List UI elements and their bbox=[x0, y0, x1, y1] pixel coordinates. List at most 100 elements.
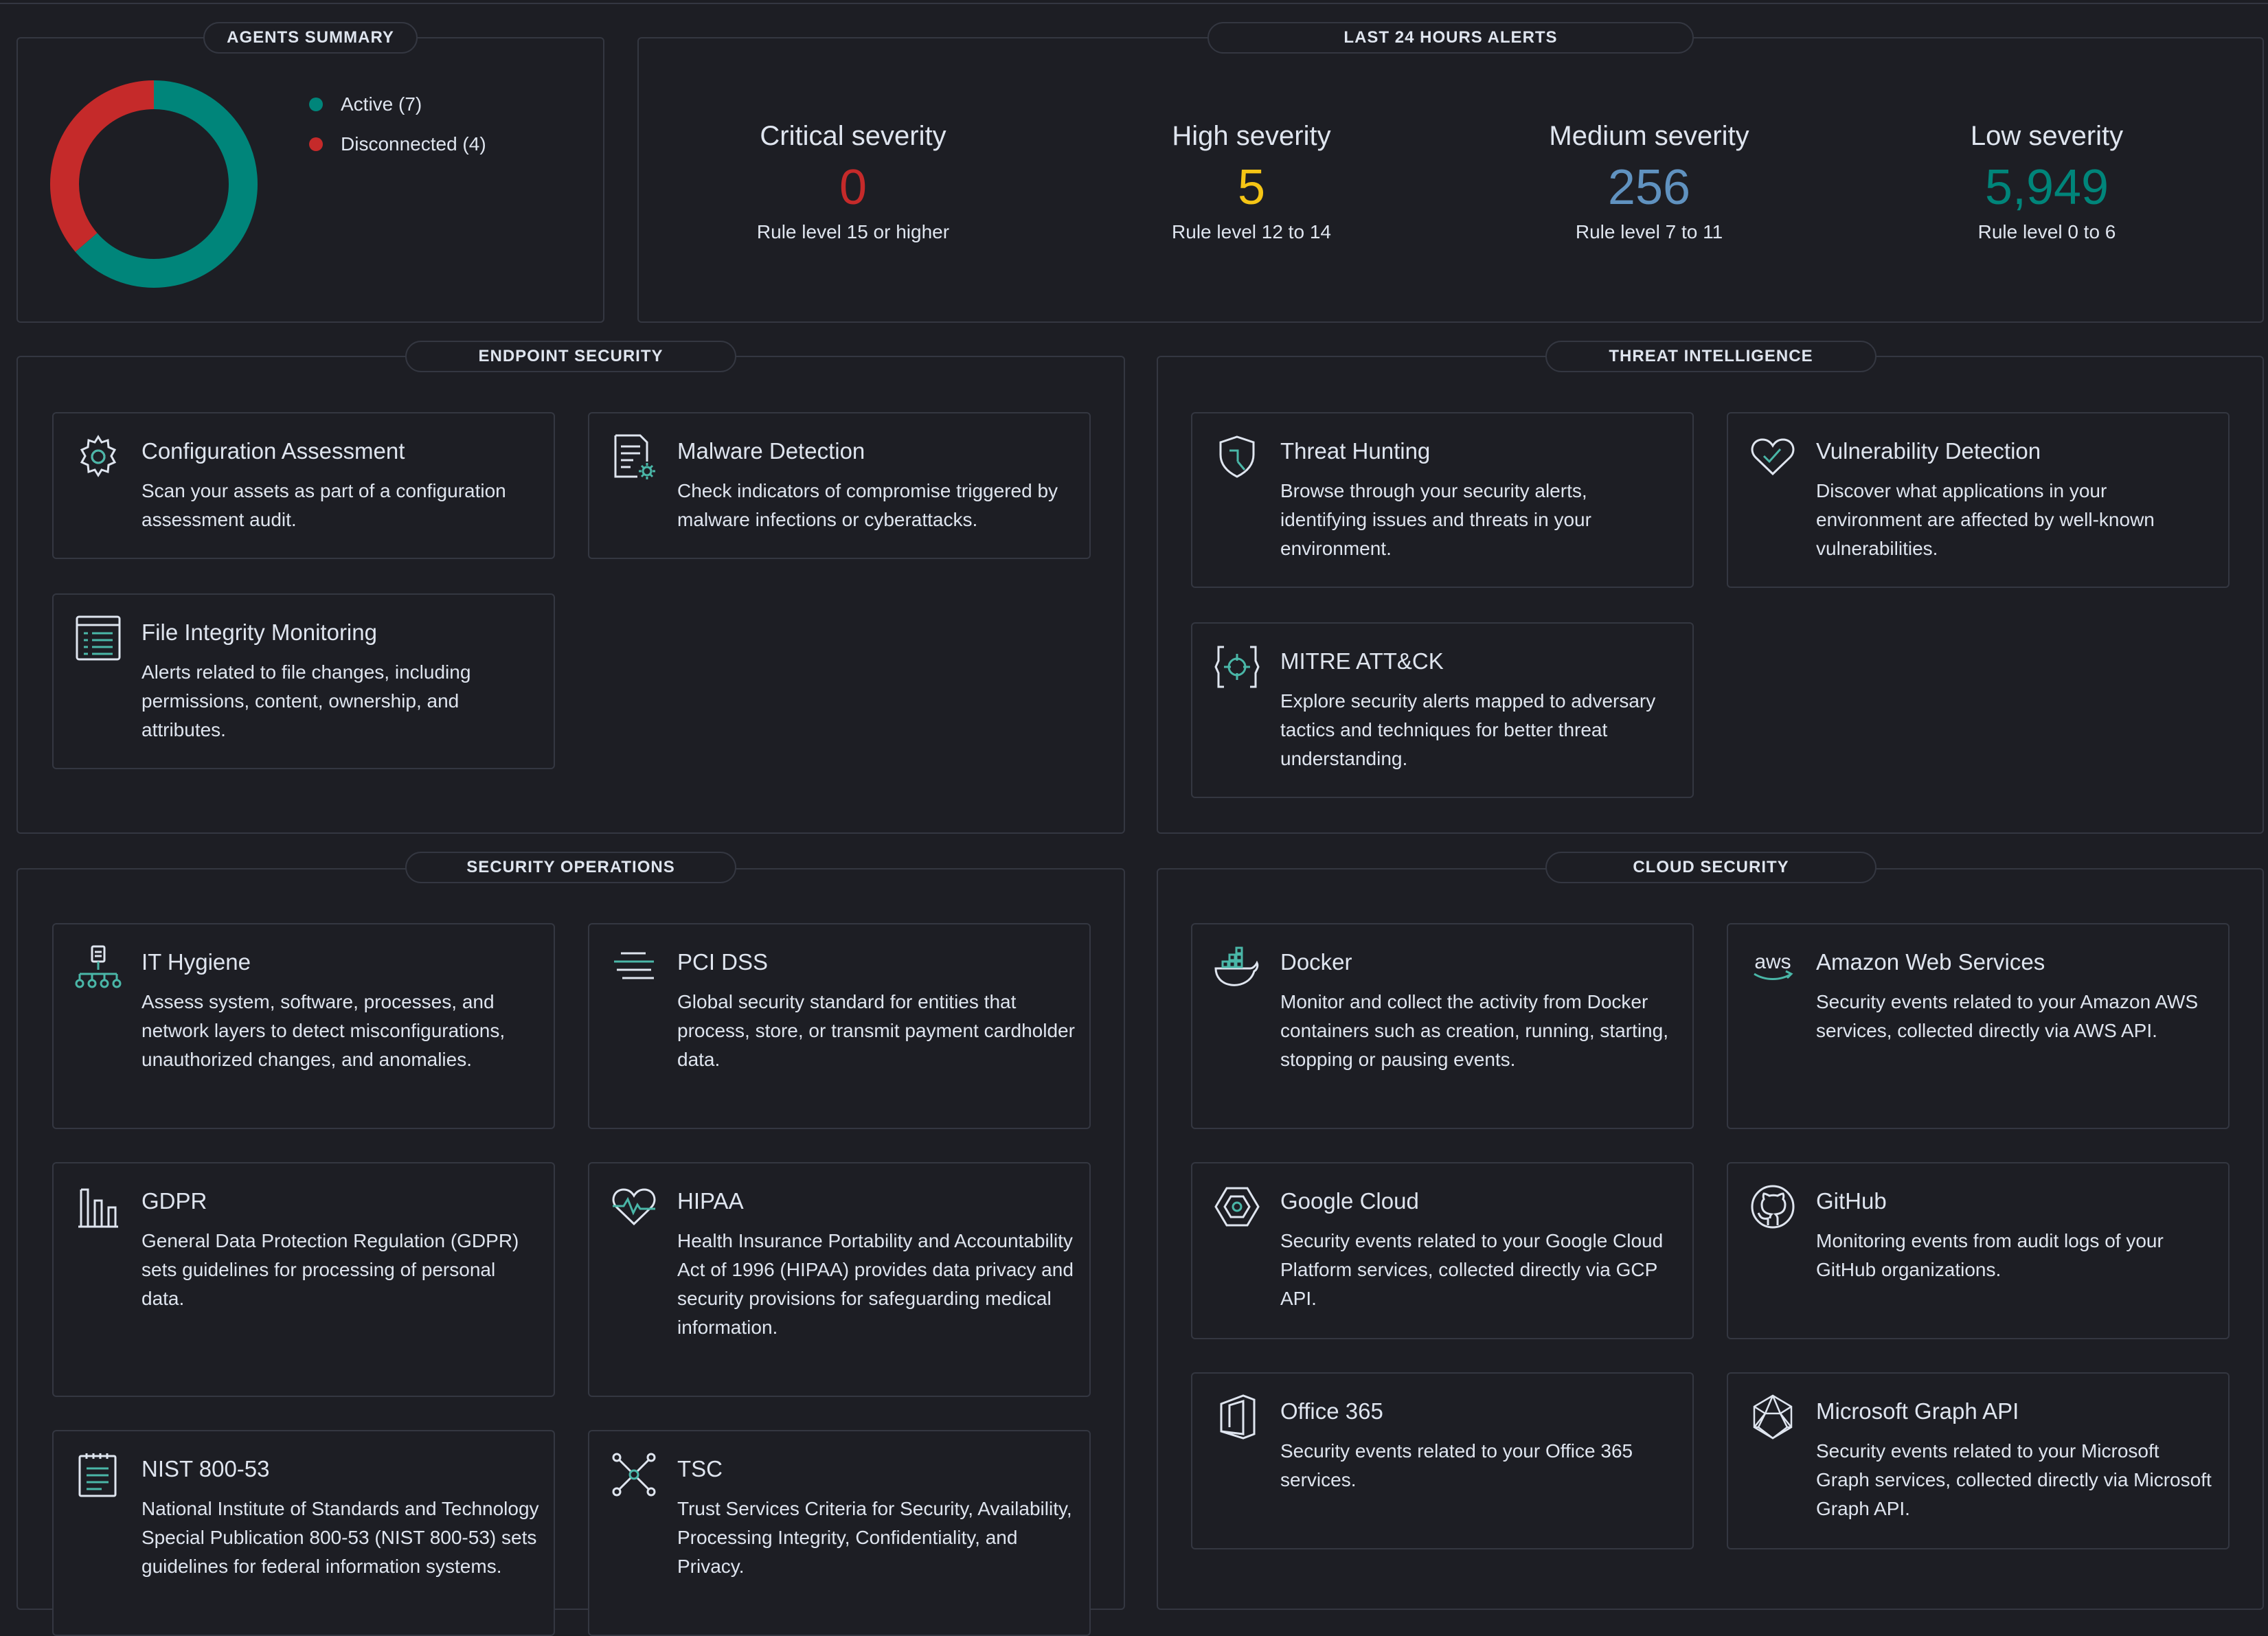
lines-icon bbox=[610, 944, 658, 992]
medium-severity-rule: Rule level 7 to 11 bbox=[1575, 221, 1723, 242]
heart-pulse-icon bbox=[610, 1183, 658, 1231]
card-title: Amazon Web Services bbox=[1816, 949, 2045, 975]
low-severity-label: Low severity bbox=[1970, 121, 2124, 151]
agents-summary-title: AGENTS SUMMARY bbox=[203, 22, 418, 54]
hipaa-card[interactable]: HIPAA Health Insurance Portability and A… bbox=[588, 1162, 1091, 1397]
low-severity-rule: Rule level 0 to 6 bbox=[1977, 221, 2116, 242]
threat-intelligence-title: THREAT INTELLIGENCE bbox=[1545, 341, 1876, 372]
card-description: Monitoring events from audit logs of you… bbox=[1816, 1230, 2164, 1280]
legend-active[interactable]: Active (7) bbox=[309, 93, 422, 115]
gear-icon bbox=[74, 433, 122, 481]
medium-severity[interactable]: Medium severity 256 Rule level 7 to 11 bbox=[1491, 121, 1807, 265]
docker-icon bbox=[1213, 944, 1261, 992]
gdpr-card[interactable]: GDPR General Data Protection Regulation … bbox=[52, 1162, 555, 1397]
heart-check-icon bbox=[1749, 433, 1797, 481]
graph-icon bbox=[1749, 1393, 1797, 1441]
card-title: Google Cloud bbox=[1280, 1188, 1419, 1214]
nist-card[interactable]: NIST 800-53 National Institute of Standa… bbox=[52, 1430, 555, 1636]
card-description: Check indicators of compromise triggered… bbox=[677, 480, 1058, 530]
vulnerability-detection-card[interactable]: Vulnerability Detection Discover what ap… bbox=[1727, 412, 2230, 588]
card-title: GDPR bbox=[141, 1188, 207, 1214]
cloud-security-title: CLOUD SECURITY bbox=[1545, 852, 1876, 883]
list-icon bbox=[74, 614, 122, 662]
high-severity-label: High severity bbox=[1172, 121, 1331, 151]
critical-severity-rule: Rule level 15 or higher bbox=[756, 221, 950, 242]
card-description: Scan your assets as part of a configurat… bbox=[141, 480, 506, 530]
mitre-attack-card[interactable]: MITRE ATT&CK Explore security alerts map… bbox=[1191, 622, 1694, 798]
card-title: File Integrity Monitoring bbox=[141, 620, 377, 645]
card-description: Monitor and collect the activity from Do… bbox=[1280, 991, 1668, 1070]
high-severity[interactable]: High severity 5 Rule level 12 to 14 bbox=[1093, 121, 1409, 265]
card-title: MITRE ATT&CK bbox=[1280, 648, 1444, 674]
card-description: Security events related to your Office 3… bbox=[1280, 1440, 1633, 1490]
github-card[interactable]: GitHub Monitoring events from audit logs… bbox=[1727, 1162, 2230, 1339]
legend-active-dot bbox=[309, 98, 323, 111]
amazon-web-services-card[interactable]: aws Amazon Web Services Security events … bbox=[1727, 923, 2230, 1129]
card-title: HIPAA bbox=[677, 1188, 744, 1214]
it-hygiene-card[interactable]: IT Hygiene Assess system, software, proc… bbox=[52, 923, 555, 1129]
card-title: Office 365 bbox=[1280, 1398, 1383, 1424]
configuration-assessment-card[interactable]: Configuration Assessment Scan your asset… bbox=[52, 412, 555, 559]
security-operations-title: SECURITY OPERATIONS bbox=[405, 852, 736, 883]
top-border bbox=[0, 0, 2268, 4]
high-severity-count[interactable]: 5 bbox=[1093, 159, 1409, 216]
critical-severity-label: Critical severity bbox=[760, 121, 946, 151]
file-integrity-monitoring-card[interactable]: File Integrity Monitoring Alerts related… bbox=[52, 593, 555, 769]
critical-severity-count[interactable]: 0 bbox=[695, 159, 1011, 216]
medium-severity-label: Medium severity bbox=[1549, 121, 1749, 151]
aws-icon-text: aws bbox=[1754, 951, 1791, 973]
legend-disconnected-label: Disconnected (4) bbox=[341, 133, 486, 155]
card-title: PCI DSS bbox=[677, 949, 769, 975]
endpoint-security-title: ENDPOINT SECURITY bbox=[405, 341, 736, 372]
legend-disconnected-dot bbox=[309, 137, 323, 151]
low-severity[interactable]: Low severity 5,949 Rule level 0 to 6 bbox=[1889, 121, 2205, 265]
card-description: Assess system, software, processes, and … bbox=[141, 991, 506, 1070]
card-title: Docker bbox=[1280, 949, 1352, 975]
docker-card[interactable]: Docker Monitor and collect the activity … bbox=[1191, 923, 1694, 1129]
card-description: Global security standard for entities th… bbox=[677, 991, 1075, 1070]
google-cloud-icon bbox=[1213, 1183, 1261, 1231]
card-description: Alerts related to file changes, includin… bbox=[141, 661, 471, 740]
building-columns-icon bbox=[74, 1183, 122, 1231]
tsc-card[interactable]: TSC Trust Services Criteria for Security… bbox=[588, 1430, 1091, 1636]
notepad-icon bbox=[74, 1451, 122, 1499]
card-description: Security events related to your Amazon A… bbox=[1816, 991, 2199, 1041]
nodes-icon bbox=[610, 1451, 658, 1499]
card-description: National Institute of Standards and Tech… bbox=[141, 1498, 539, 1577]
card-description: Security events related to your Microsof… bbox=[1816, 1440, 2212, 1519]
card-description: General Data Protection Regulation (GDPR… bbox=[141, 1230, 519, 1309]
critical-severity[interactable]: Critical severity 0 Rule level 15 or hig… bbox=[695, 121, 1011, 265]
github-icon bbox=[1749, 1183, 1797, 1231]
high-severity-rule: Rule level 12 to 14 bbox=[1172, 221, 1331, 242]
office-365-card[interactable]: Office 365 Security events related to yo… bbox=[1191, 1372, 1694, 1549]
card-title: IT Hygiene bbox=[141, 949, 251, 975]
agents-donut-chart[interactable] bbox=[49, 80, 258, 288]
office-icon bbox=[1213, 1393, 1261, 1441]
card-description: Explore security alerts mapped to advers… bbox=[1280, 690, 1656, 769]
card-description: Trust Services Criteria for Security, Av… bbox=[677, 1498, 1072, 1577]
card-description: Health Insurance Portability and Account… bbox=[677, 1230, 1074, 1338]
target-brackets-icon bbox=[1213, 643, 1261, 691]
document-gear-icon bbox=[610, 433, 658, 481]
card-description: Browse through your security alerts, ide… bbox=[1280, 480, 1591, 559]
medium-severity-count[interactable]: 256 bbox=[1491, 159, 1807, 216]
google-cloud-card[interactable]: Google Cloud Security events related to … bbox=[1191, 1162, 1694, 1339]
legend-active-label: Active (7) bbox=[341, 93, 422, 115]
network-tree-icon bbox=[74, 944, 122, 992]
pci-dss-card[interactable]: PCI DSS Global security standard for ent… bbox=[588, 923, 1091, 1129]
malware-detection-card[interactable]: Malware Detection Check indicators of co… bbox=[588, 412, 1091, 559]
card-title: Threat Hunting bbox=[1280, 438, 1431, 464]
card-title: GitHub bbox=[1816, 1188, 1887, 1214]
alerts-title: LAST 24 HOURS ALERTS bbox=[1207, 22, 1694, 54]
shield-hunt-icon bbox=[1213, 433, 1261, 481]
aws-icon: aws bbox=[1749, 944, 1797, 992]
card-title: Configuration Assessment bbox=[141, 438, 405, 464]
card-title: Malware Detection bbox=[677, 438, 865, 464]
card-description: Discover what applications in your envir… bbox=[1816, 480, 2155, 559]
card-title: Microsoft Graph API bbox=[1816, 1398, 2019, 1424]
threat-hunting-card[interactable]: Threat Hunting Browse through your secur… bbox=[1191, 412, 1694, 588]
legend-disconnected[interactable]: Disconnected (4) bbox=[309, 133, 486, 155]
card-title: Vulnerability Detection bbox=[1816, 438, 2041, 464]
low-severity-count[interactable]: 5,949 bbox=[1889, 159, 2205, 216]
microsoft-graph-api-card[interactable]: Microsoft Graph API Security events rela… bbox=[1727, 1372, 2230, 1549]
